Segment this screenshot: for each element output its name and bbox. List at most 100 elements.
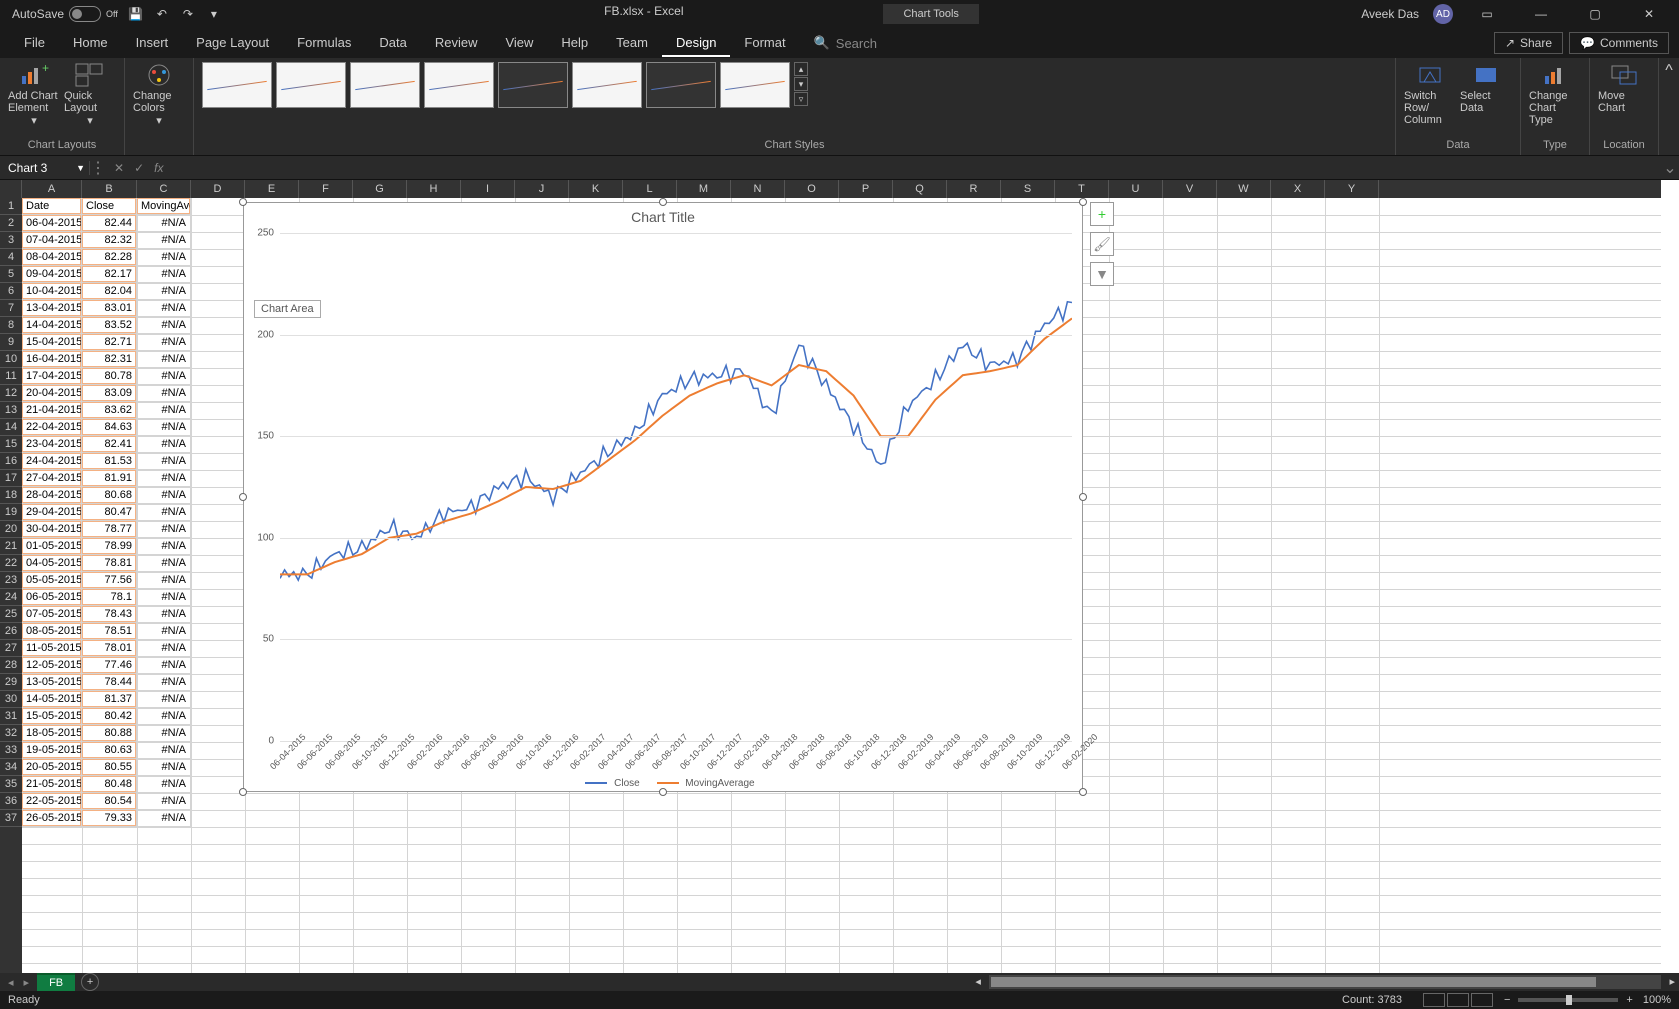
cell[interactable]: 82.17 xyxy=(82,266,137,282)
cell[interactable]: #N/A xyxy=(137,640,191,656)
chart-style-thumb[interactable] xyxy=(720,62,790,108)
cell[interactable]: 23-04-2015 xyxy=(22,436,82,452)
cell[interactable]: 78.77 xyxy=(82,521,137,537)
resize-handle[interactable] xyxy=(1079,493,1087,501)
row-header[interactable]: 12 xyxy=(0,385,22,402)
user-avatar[interactable]: AD xyxy=(1433,4,1453,24)
resize-handle[interactable] xyxy=(1079,198,1087,206)
row-header[interactable]: 33 xyxy=(0,742,22,759)
cell[interactable]: 78.1 xyxy=(82,589,137,605)
select-data-button[interactable]: Select Data xyxy=(1460,62,1512,114)
ribbon-tab-team[interactable]: Team xyxy=(602,30,662,57)
cell[interactable]: 78.81 xyxy=(82,555,137,571)
row-headers[interactable]: 1234567891011121314151617181920212223242… xyxy=(0,198,22,973)
row-header[interactable]: 35 xyxy=(0,776,22,793)
chart-styles-gallery[interactable]: ▴ ▾ ▿ xyxy=(202,62,1387,139)
cell[interactable]: #N/A xyxy=(137,283,191,299)
cell[interactable]: #N/A xyxy=(137,691,191,707)
cell[interactable]: 78.01 xyxy=(82,640,137,656)
cell[interactable]: 83.01 xyxy=(82,300,137,316)
column-header[interactable]: T xyxy=(1055,180,1109,198)
column-header[interactable]: M xyxy=(677,180,731,198)
cell[interactable]: 06-05-2015 xyxy=(22,589,82,605)
row-header[interactable]: 32 xyxy=(0,725,22,742)
ribbon-tab-home[interactable]: Home xyxy=(59,30,122,57)
column-header[interactable]: E xyxy=(245,180,299,198)
maximize-button[interactable]: ▢ xyxy=(1575,0,1615,28)
row-header[interactable]: 9 xyxy=(0,334,22,351)
name-box[interactable]: Chart 3▼ xyxy=(0,161,90,175)
ribbon-tab-data[interactable]: Data xyxy=(365,30,420,57)
row-header[interactable]: 22 xyxy=(0,555,22,572)
cell[interactable]: 21-04-2015 xyxy=(22,402,82,418)
row-header[interactable]: 2 xyxy=(0,215,22,232)
row-header[interactable]: 26 xyxy=(0,623,22,640)
ribbon-display-options-icon[interactable]: ▭ xyxy=(1467,0,1507,28)
cell[interactable]: 79.33 xyxy=(82,810,137,826)
zoom-slider[interactable] xyxy=(1518,998,1618,1002)
cell[interactable]: 14-05-2015 xyxy=(22,691,82,707)
row-header[interactable]: 8 xyxy=(0,317,22,334)
cell[interactable]: 20-05-2015 xyxy=(22,759,82,775)
cell[interactable]: 26-05-2015 xyxy=(22,810,82,826)
row-header[interactable]: 15 xyxy=(0,436,22,453)
cell[interactable]: #N/A xyxy=(137,232,191,248)
cell[interactable]: #N/A xyxy=(137,674,191,690)
gallery-down-icon[interactable]: ▾ xyxy=(794,77,808,91)
row-header[interactable]: 14 xyxy=(0,419,22,436)
zoom-in-button[interactable]: + xyxy=(1626,994,1632,1006)
column-header[interactable]: A xyxy=(22,180,82,198)
row-header[interactable]: 21 xyxy=(0,538,22,555)
cell[interactable]: #N/A xyxy=(137,623,191,639)
ribbon-tab-help[interactable]: Help xyxy=(547,30,602,57)
add-chart-element-button[interactable]: + Add Chart Element ▾ xyxy=(8,62,60,127)
cell[interactable]: 04-05-2015 xyxy=(22,555,82,571)
row-header[interactable]: 34 xyxy=(0,759,22,776)
cell[interactable]: 77.56 xyxy=(82,572,137,588)
cell[interactable]: 16-04-2015 xyxy=(22,351,82,367)
resize-handle[interactable] xyxy=(659,198,667,206)
cell[interactable]: #N/A xyxy=(137,470,191,486)
row-header[interactable]: 29 xyxy=(0,674,22,691)
tell-me-search[interactable]: 🔍 Search xyxy=(800,35,891,51)
row-header[interactable]: 3 xyxy=(0,232,22,249)
new-sheet-button[interactable]: + xyxy=(81,973,99,991)
column-header[interactable]: J xyxy=(515,180,569,198)
cell[interactable]: #N/A xyxy=(137,742,191,758)
chart-style-thumb[interactable] xyxy=(646,62,716,108)
cell[interactable]: 07-04-2015 xyxy=(22,232,82,248)
column-header[interactable]: V xyxy=(1163,180,1217,198)
ribbon-tab-review[interactable]: Review xyxy=(421,30,492,57)
cell[interactable]: 13-04-2015 xyxy=(22,300,82,316)
cell[interactable]: 82.41 xyxy=(82,436,137,452)
row-header[interactable]: 10 xyxy=(0,351,22,368)
row-header[interactable]: 25 xyxy=(0,606,22,623)
gallery-more-icon[interactable]: ▿ xyxy=(794,92,808,106)
row-header[interactable]: 7 xyxy=(0,300,22,317)
column-header[interactable]: Q xyxy=(893,180,947,198)
horizontal-scrollbar[interactable]: ◂ ▸ xyxy=(989,975,1661,989)
cell[interactable]: #N/A xyxy=(137,249,191,265)
cell[interactable]: #N/A xyxy=(137,810,191,826)
cancel-formula-icon[interactable]: ✕ xyxy=(114,161,124,175)
resize-handle[interactable] xyxy=(659,788,667,796)
row-header[interactable]: 17 xyxy=(0,470,22,487)
cell[interactable]: 82.31 xyxy=(82,351,137,367)
cell[interactable]: #N/A xyxy=(137,606,191,622)
chart-x-axis[interactable]: 06-04-201506-06-201506-08-201506-10-2015… xyxy=(280,741,1072,771)
column-header[interactable]: Y xyxy=(1325,180,1379,198)
cell[interactable]: 15-05-2015 xyxy=(22,708,82,724)
cell[interactable]: #N/A xyxy=(137,538,191,554)
cell-header[interactable]: MovingAverage xyxy=(137,198,191,214)
cell[interactable]: 82.32 xyxy=(82,232,137,248)
sheet-nav-next-icon[interactable]: ▸ xyxy=(24,976,30,989)
cell[interactable]: 80.78 xyxy=(82,368,137,384)
row-header[interactable]: 31 xyxy=(0,708,22,725)
cell[interactable]: 11-05-2015 xyxy=(22,640,82,656)
share-button[interactable]: ↗ Share xyxy=(1494,32,1563,54)
chart-style-thumb[interactable] xyxy=(424,62,494,108)
series-moving-average[interactable] xyxy=(280,318,1072,574)
cell[interactable]: 18-05-2015 xyxy=(22,725,82,741)
cell[interactable]: #N/A xyxy=(137,453,191,469)
cell[interactable]: 08-05-2015 xyxy=(22,623,82,639)
